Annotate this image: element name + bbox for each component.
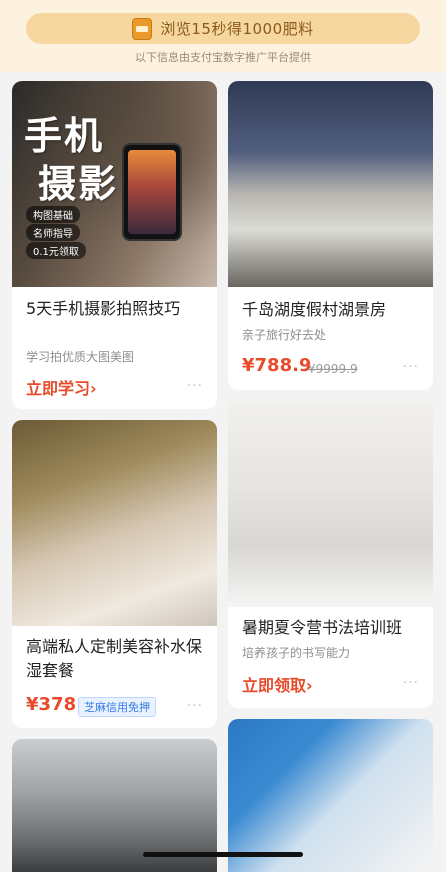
more-options-icon[interactable]: ··· <box>187 698 203 714</box>
card-subtitle: 亲子旅行好去处 <box>242 328 327 342</box>
image-title-line2: 摄影 <box>38 162 119 206</box>
phone-illustration <box>122 143 182 241</box>
cta-label: 立即领取 <box>242 676 307 695</box>
reward-banner[interactable]: 浏览15秒得1000肥料 <box>26 13 420 44</box>
card-photo-course[interactable]: 手机 摄影 构图基础 名师指导 0.1元领取 5天手机摄影拍照技巧 学习拍优质大… <box>12 81 217 409</box>
card-title: 5天手机摄影拍照技巧 <box>26 299 181 318</box>
card-spa-image <box>12 420 217 626</box>
image-title-line1: 手机 <box>24 114 105 158</box>
card-subtitle: 培养孩子的书写能力 <box>242 646 351 660</box>
more-options-icon[interactable]: ··· <box>187 378 203 394</box>
card-dental[interactable] <box>228 719 433 872</box>
more-options-icon[interactable]: ··· <box>403 675 419 691</box>
home-indicator[interactable] <box>143 852 303 857</box>
card-title: 暑期夏令营书法培训班 <box>242 618 403 637</box>
price: ¥378 <box>26 694 77 715</box>
chevron-right-icon: › <box>306 676 313 695</box>
more-options-icon[interactable]: ··· <box>403 359 419 375</box>
claim-now-link[interactable]: 立即领取› <box>242 672 313 696</box>
learn-now-link[interactable]: 立即学习› <box>26 375 97 399</box>
cta-label: 立即学习 <box>26 379 91 398</box>
credit-badge: 芝麻信用免押 <box>78 697 156 717</box>
image-tag: 构图基础 <box>26 206 80 223</box>
card-dental-image <box>228 719 433 872</box>
price: ¥788.9 <box>242 355 312 376</box>
fertilizer-coin-icon <box>132 17 153 40</box>
card-spa[interactable]: 高端私人定制美容补水保湿套餐 ¥378 芝麻信用免押 ··· <box>12 420 217 728</box>
card-title: 千岛湖度假村湖景房 <box>242 300 387 319</box>
card-photo-course-image: 手机 摄影 构图基础 名师指导 0.1元领取 <box>12 81 217 287</box>
reward-banner-text: 浏览15秒得1000肥料 <box>160 20 314 38</box>
card-calligraphy-image <box>228 401 433 607</box>
original-price: ¥9999.9 <box>308 362 358 376</box>
provider-note: 以下信息由支付宝数字推广平台提供 <box>135 51 311 64</box>
card-calligraphy[interactable]: 暑期夏令营书法培训班 培养孩子的书写能力 立即领取› ··· <box>228 401 433 708</box>
card-hotel-image <box>228 81 433 287</box>
image-tag: 0.1元领取 <box>26 242 86 259</box>
promo-header: 浏览15秒得1000肥料 以下信息由支付宝数字推广平台提供 <box>0 0 446 72</box>
card-hotel[interactable]: 千岛湖度假村湖景房 亲子旅行好去处 ¥788.9 ¥9999.9 ··· <box>228 81 433 390</box>
chevron-right-icon: › <box>90 379 97 398</box>
card-subtitle: 学习拍优质大图美图 <box>26 350 135 364</box>
card-title: 高端私人定制美容补水保湿套餐 <box>26 637 203 680</box>
image-tag: 名师指导 <box>26 224 80 241</box>
